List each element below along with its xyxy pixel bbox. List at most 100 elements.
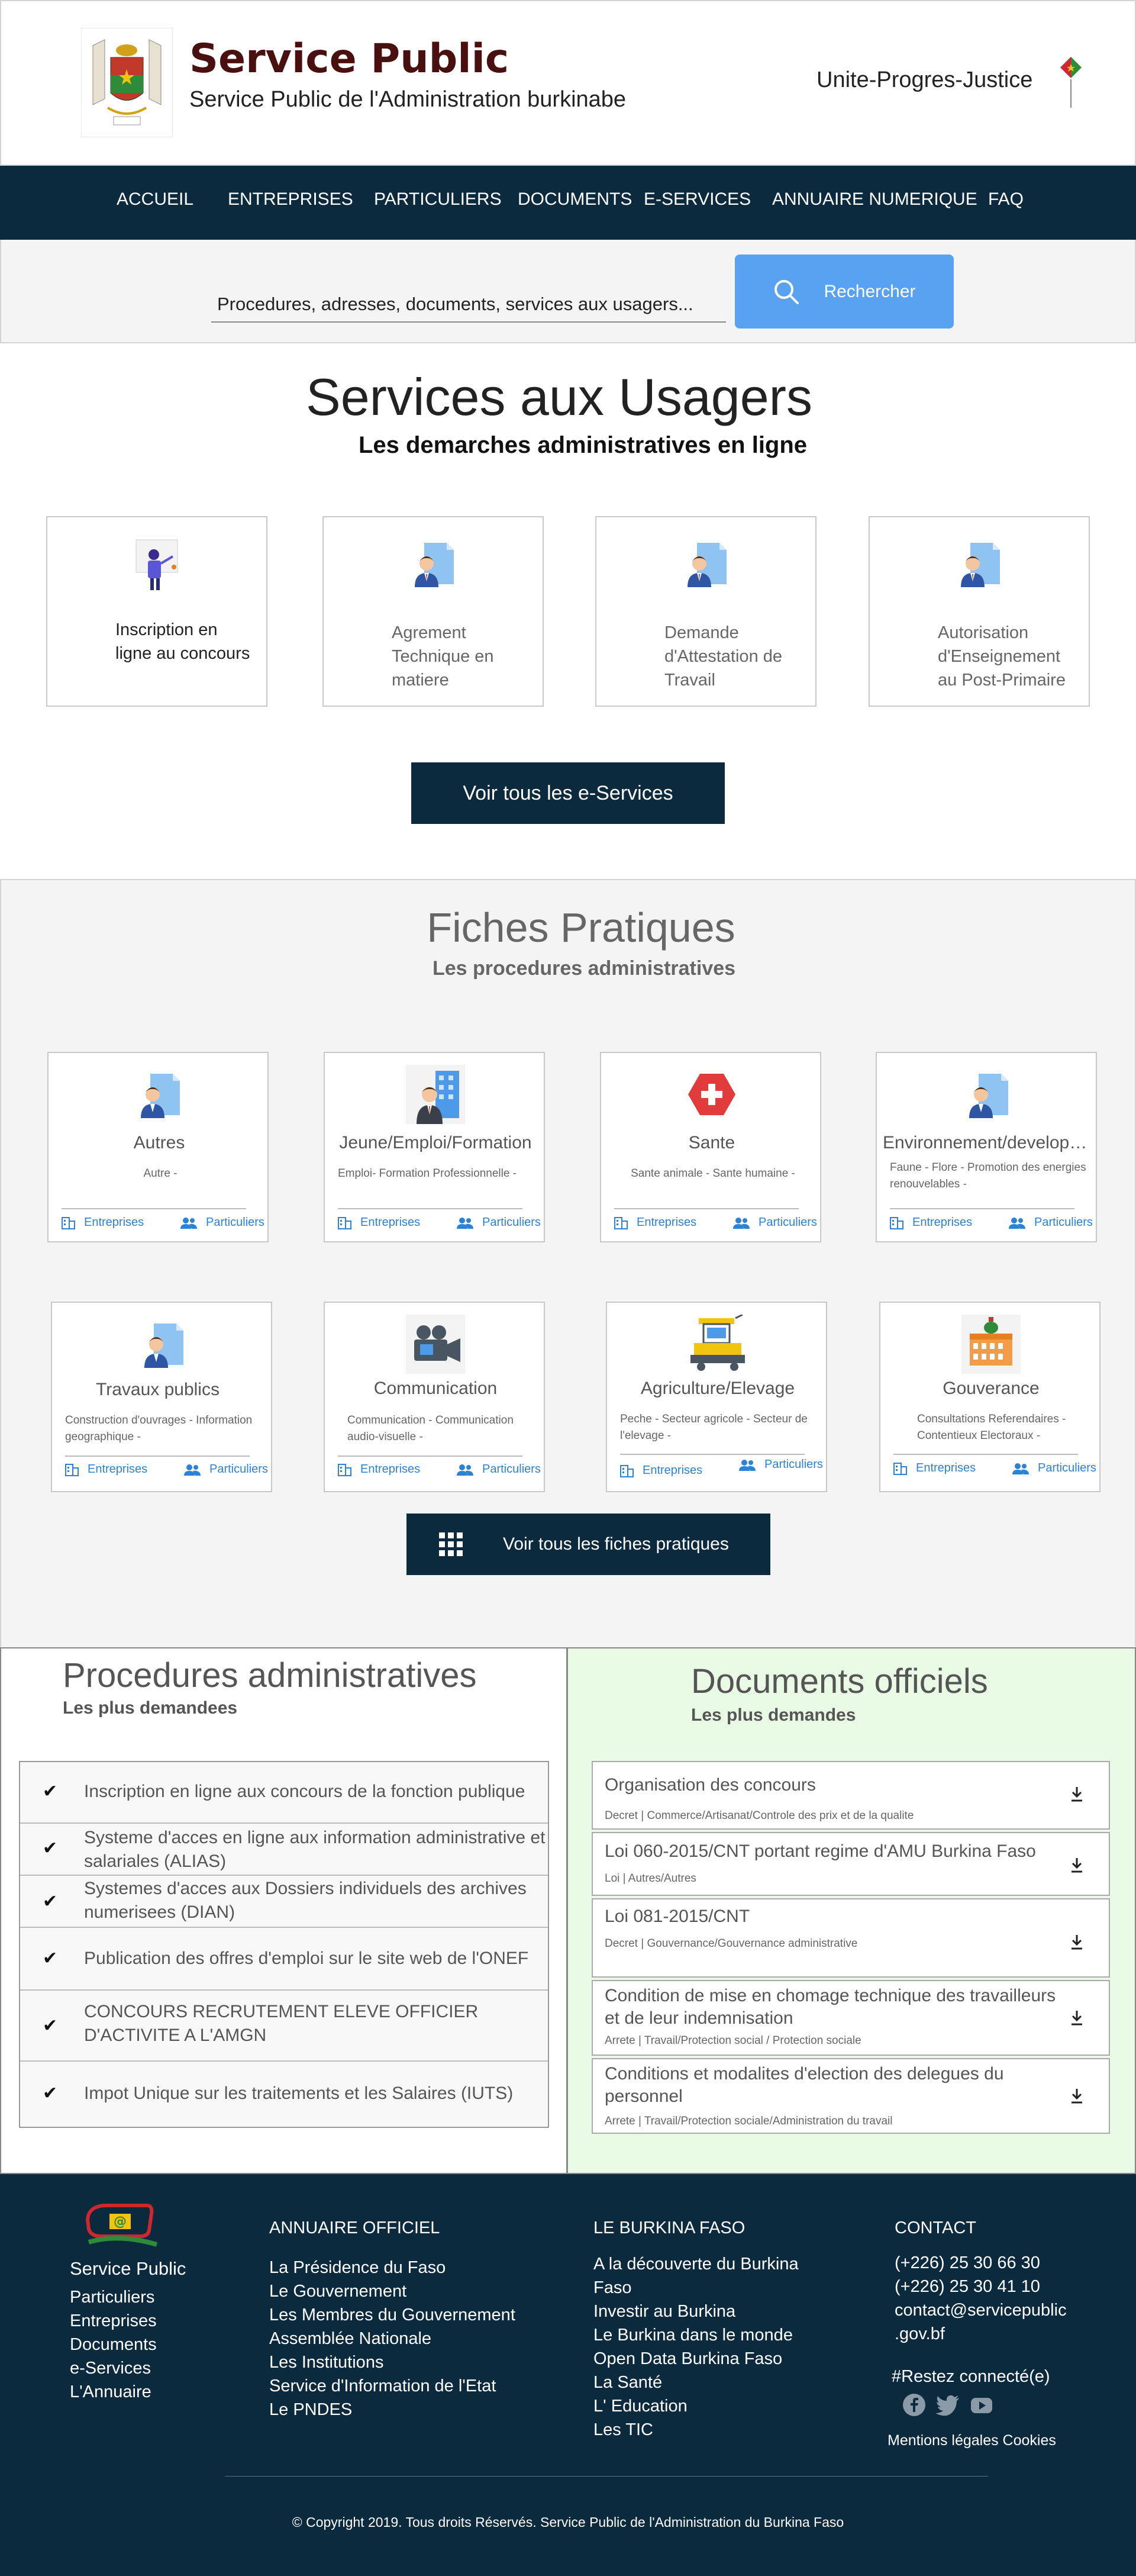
footer-link[interactable]: Le Gouvernement [269,2279,515,2303]
procedure-label: Inscription en ligne aux concours de la … [84,1782,525,1801]
eservice-card[interactable]: Agrement Technique en matiere [322,516,544,707]
list-item[interactable]: ✔ Impot Unique sur les traitements et le… [20,2062,548,2127]
document-item[interactable]: Loi 081-2015/CNT Decret | Gouvernance/Go… [592,1898,1110,1978]
download-icon[interactable] [1066,1854,1087,1876]
office-worker-icon [406,1065,465,1124]
footer-link[interactable]: Le PNDES [269,2398,515,2422]
download-icon[interactable] [1066,2085,1087,2107]
entreprises-link[interactable]: Entreprises [620,1464,702,1477]
footer-link[interactable]: Entreprises [70,2309,157,2333]
footer-link[interactable]: La Santé [593,2371,799,2394]
nav-documents[interactable]: DOCUMENTS [518,189,632,210]
particuliers-link[interactable]: Particuliers [732,1216,817,1229]
footer-link[interactable]: Assemblée Nationale [269,2327,515,2350]
fiche-card[interactable]: Agriculture/Elevage Peche - Secteur agri… [606,1302,827,1492]
footer-link[interactable]: A la découverte du Burkina [593,2252,799,2276]
all-fiches-button[interactable]: Voir tous les fiches pratiques [406,1514,770,1575]
footer-link[interactable]: Open Data Burkina Faso [593,2347,799,2371]
entreprises-link[interactable]: Entreprises [62,1216,144,1229]
entreprises-link[interactable]: Entreprises [890,1216,972,1229]
eservice-card[interactable]: Inscription en ligne au concours [46,516,267,707]
list-item[interactable]: ✔ Publication des offres d'emploi sur le… [20,1928,548,1991]
twitter-icon[interactable] [935,2393,960,2417]
particuliers-link[interactable]: Particuliers [1008,1216,1093,1229]
service-public-logo[interactable]: @ [83,2201,160,2251]
particuliers-link[interactable]: Particuliers [738,1458,823,1471]
list-item[interactable]: ✔ Systeme d'acces en ligne aux informati… [20,1824,548,1876]
site-title[interactable]: Service Public [189,36,509,82]
particuliers-link[interactable]: Particuliers [1012,1461,1096,1475]
nav-particuliers[interactable]: PARTICULIERS [374,189,502,210]
eservice-card-label: Autorisation d'Enseignement au Post-Prim… [938,623,1066,690]
person-document-icon [688,543,727,587]
download-icon[interactable] [1066,2007,1087,2028]
particuliers-link[interactable]: Particuliers [183,1463,268,1476]
footer-link[interactable]: Investir au Burkina [593,2300,799,2323]
all-eservices-button[interactable]: Voir tous les e-Services [411,762,725,824]
contact-phone[interactable]: (+226) 25 30 66 30 [895,2251,1067,2275]
document-item[interactable]: Condition de mise en chomage technique d… [592,1980,1110,2056]
footer-link[interactable]: L'Annuaire [70,2380,157,2404]
download-icon[interactable] [1066,1931,1087,1953]
footer-link[interactable]: La Présidence du Faso [269,2256,515,2279]
footer-link[interactable]: Particuliers [70,2285,157,2309]
nav-e-services[interactable]: E-SERVICES [644,189,751,210]
building-icon [338,1463,351,1476]
footer-link[interactable]: Service d'Information de l'Etat [269,2374,515,2398]
legal-links[interactable]: Mentions légales Cookies [888,2429,1056,2452]
nav-entreprises[interactable]: ENTREPRISES [228,189,353,210]
nav-accueil[interactable]: ACCUEIL [117,189,193,210]
footer-brand[interactable]: Service Public [70,2257,186,2281]
fiche-card[interactable]: Gouverance Consultations Referendaires -… [879,1302,1100,1492]
fiche-card[interactable]: Travaux publics Construction d'ouvrages … [51,1302,272,1492]
list-item[interactable]: ✔ Systemes d'acces aux Dossiers individu… [20,1876,548,1928]
entreprises-link[interactable]: Entreprises [65,1463,147,1476]
footer-link[interactable]: Les Institutions [269,2350,515,2374]
fiche-card[interactable]: Jeune/Emploi/Formation Emploi- Formation… [324,1052,545,1242]
building-icon [620,1464,634,1477]
fiche-card[interactable]: Autres Autre - Entreprises Particuliers [47,1052,269,1242]
facebook-icon[interactable] [902,2393,926,2417]
coat-of-arms-logo[interactable] [81,28,173,137]
entreprises-link[interactable]: Entreprises [338,1463,420,1476]
eservice-card[interactable]: Autorisation d'Enseignement au Post-Prim… [869,516,1090,707]
particuliers-link[interactable]: Particuliers [456,1463,541,1476]
nav-annuaire-numerique[interactable]: ANNUAIRE NUMERIQUE [772,189,977,210]
contact-phone[interactable]: (+226) 25 30 41 10 [895,2275,1067,2298]
divider [338,1456,522,1457]
contact-email[interactable]: contact@servicepublic [895,2298,1067,2322]
checkmark-icon: ✔ [43,2084,58,2103]
document-item[interactable]: Organisation des concours Decret | Comme… [592,1761,1110,1830]
fiche-card[interactable]: Communication Communication - Communicat… [324,1302,545,1492]
fiche-card[interactable]: Environnement/developpement durable Faun… [876,1052,1097,1242]
fiche-card-links: Entreprises Particuliers [620,1458,823,1477]
footer-link[interactable]: Faso [593,2276,799,2300]
footer-link[interactable]: Les Membres du Gouvernement [269,2303,515,2327]
entreprises-link[interactable]: Entreprises [338,1216,420,1229]
document-item[interactable]: Conditions et modalites d'election des d… [592,2058,1110,2134]
search-input[interactable] [211,287,726,323]
particuliers-link[interactable]: Particuliers [456,1216,541,1229]
fiche-card[interactable]: Sante Sante animale - Sante humaine - En… [600,1052,821,1242]
download-icon[interactable] [1066,1783,1087,1805]
entreprises-link[interactable]: Entreprises [614,1216,696,1229]
social-label: #Restez connecté(e) [892,2367,1050,2386]
footer-link[interactable]: Les TIC [593,2418,799,2442]
fiche-card-title: Sante [688,1133,735,1152]
youtube-icon[interactable] [970,2393,993,2417]
footer-link[interactable]: Le Burkina dans le monde [593,2323,799,2347]
list-item[interactable]: ✔ Inscription en ligne aux concours de l… [20,1762,548,1824]
building-icon [338,1216,351,1229]
particuliers-link[interactable]: Particuliers [180,1216,264,1229]
entreprises-link[interactable]: Entreprises [893,1461,976,1475]
contact-email[interactable]: .gov.bf [895,2322,1067,2346]
list-item[interactable]: ✔ CONCOURS RECRUTEMENT ELEVE OFFICIER D'… [20,1991,548,2062]
footer-link[interactable]: e-Services [70,2356,157,2380]
search-button[interactable]: Rechercher [735,255,954,329]
footer-link[interactable]: L' Education [593,2394,799,2418]
footer-link[interactable]: Documents [70,2333,157,2356]
eservice-card[interactable]: Demande d'Attestation de Travail [595,516,816,707]
document-item[interactable]: Loi 060-2015/CNT portant regime d'AMU Bu… [592,1832,1110,1896]
documents-subtitle: Les plus demandes [691,1705,856,1725]
nav-faq[interactable]: FAQ [988,189,1024,210]
